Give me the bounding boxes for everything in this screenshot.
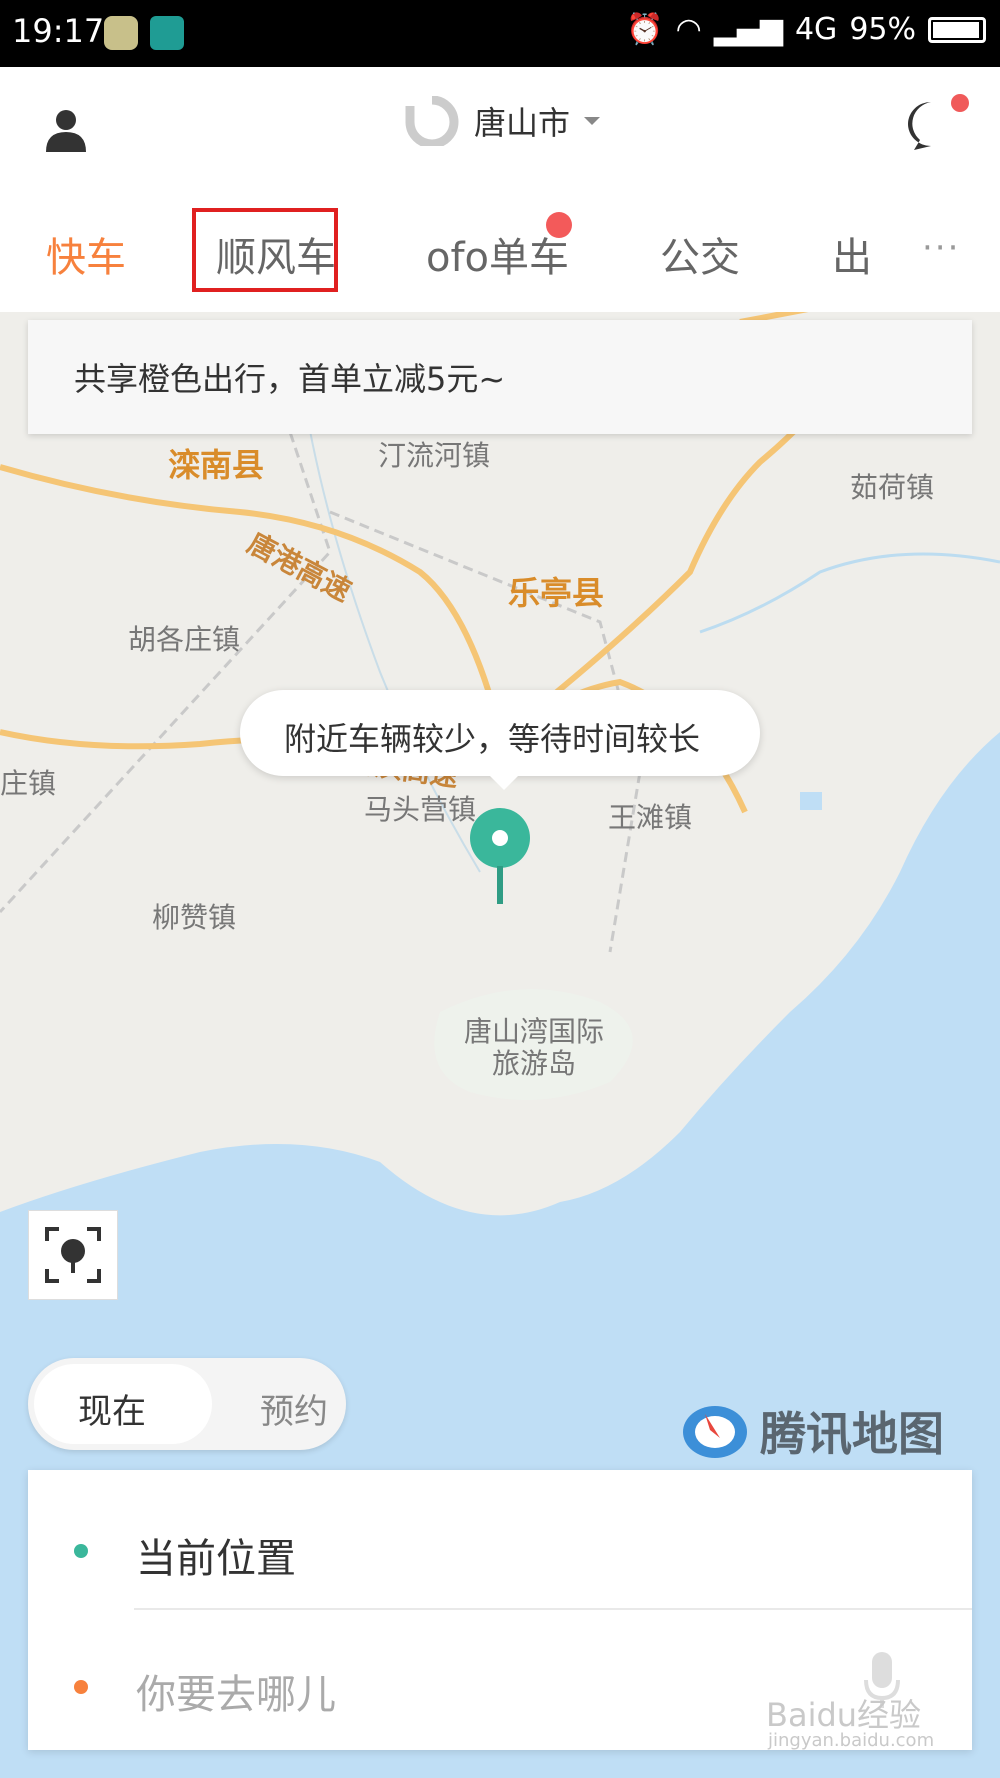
location-pin-icon bbox=[470, 808, 530, 904]
status-time: 19:17 bbox=[12, 12, 105, 50]
battery-icon bbox=[928, 16, 986, 43]
mode-now-button[interactable]: 现在 bbox=[34, 1364, 212, 1444]
status-bar: 19:17 ⏰ ◠ ▂▄▆ 4G 95% bbox=[0, 0, 1000, 67]
network-type: 4G bbox=[794, 12, 838, 47]
status-right: ⏰ ◠ ▂▄▆ 4G 95% bbox=[626, 12, 986, 47]
destination-input[interactable]: 你要去哪儿 bbox=[136, 1662, 336, 1720]
highlight-box bbox=[192, 208, 338, 292]
map-label-matouying: 马头营镇 bbox=[364, 793, 477, 826]
locate-icon bbox=[45, 1227, 101, 1283]
tencent-map-text: 腾讯地图 bbox=[760, 1407, 944, 1461]
map-label-luannan: 滦南县 bbox=[168, 446, 265, 484]
battery-percent: 95% bbox=[849, 12, 916, 47]
promo-text: 共享橙色出行，首单立减5元~ bbox=[74, 360, 506, 398]
signal-icon: ▂▄▆ bbox=[713, 12, 783, 47]
service-tabs: 快车 顺风车 ofo单车 公交 出 bbox=[0, 205, 1000, 295]
map-label-liuzan: 柳赞镇 bbox=[152, 901, 237, 934]
destination-dot-icon bbox=[74, 1680, 88, 1694]
user-profile-icon[interactable] bbox=[44, 108, 88, 152]
tab-ofo[interactable]: ofo单车 bbox=[426, 225, 569, 283]
waiting-tip-bubble: 附近车辆较少，等待时间较长 bbox=[240, 690, 760, 790]
map-label-tingliu: 汀流河镇 bbox=[378, 439, 491, 472]
mode-later-button[interactable]: 预约 bbox=[260, 1384, 328, 1433]
tab-chu[interactable]: 出 bbox=[832, 225, 872, 283]
promo-banner[interactable]: 共享橙色出行，首单立减5元~ bbox=[28, 320, 972, 434]
baidu-watermark-url: jingyan.baidu.com bbox=[768, 1730, 935, 1751]
map-label-tsw-line2: 旅游岛 bbox=[492, 1047, 577, 1080]
city-name: 唐山市 bbox=[474, 104, 571, 142]
unread-badge bbox=[951, 94, 969, 112]
alarm-icon: ⏰ bbox=[626, 12, 664, 47]
start-dot-icon bbox=[74, 1544, 88, 1558]
fire-icon bbox=[546, 212, 572, 238]
more-tabs-icon[interactable]: ··· bbox=[922, 228, 960, 268]
mode-now-label: 现在 bbox=[78, 1392, 146, 1432]
chevron-down-icon bbox=[584, 117, 601, 125]
route-divider bbox=[134, 1608, 972, 1610]
time-mode-toggle: 现在 预约 bbox=[28, 1358, 346, 1450]
locate-button[interactable] bbox=[28, 1210, 118, 1300]
waiting-tip-text: 附近车辆较少，等待时间较长 bbox=[284, 720, 701, 758]
tencent-map-logo: 腾讯地图 bbox=[680, 1398, 944, 1464]
scan-app-icon bbox=[150, 16, 184, 50]
map-label-leting: 乐亭县 bbox=[508, 574, 605, 612]
city-selector[interactable]: 唐山市 bbox=[404, 96, 601, 146]
tab-bus[interactable]: 公交 bbox=[660, 225, 740, 283]
message-icon[interactable] bbox=[906, 100, 956, 152]
map-label-zhuangzhen: 庄镇 bbox=[0, 767, 57, 800]
didi-logo-icon bbox=[405, 96, 459, 146]
tab-kuaiche[interactable]: 快车 bbox=[46, 225, 126, 283]
map-label-wangtan: 王滩镇 bbox=[608, 801, 693, 834]
notification-app-icon bbox=[104, 16, 138, 50]
wifi-icon: ◠ bbox=[675, 12, 702, 47]
start-location[interactable]: 当前位置 bbox=[136, 1526, 296, 1584]
map-label-hugezhuang: 胡各庄镇 bbox=[128, 623, 241, 656]
map-label-ruhe: 茹荷镇 bbox=[850, 471, 935, 504]
tencent-map-icon bbox=[683, 1406, 747, 1458]
